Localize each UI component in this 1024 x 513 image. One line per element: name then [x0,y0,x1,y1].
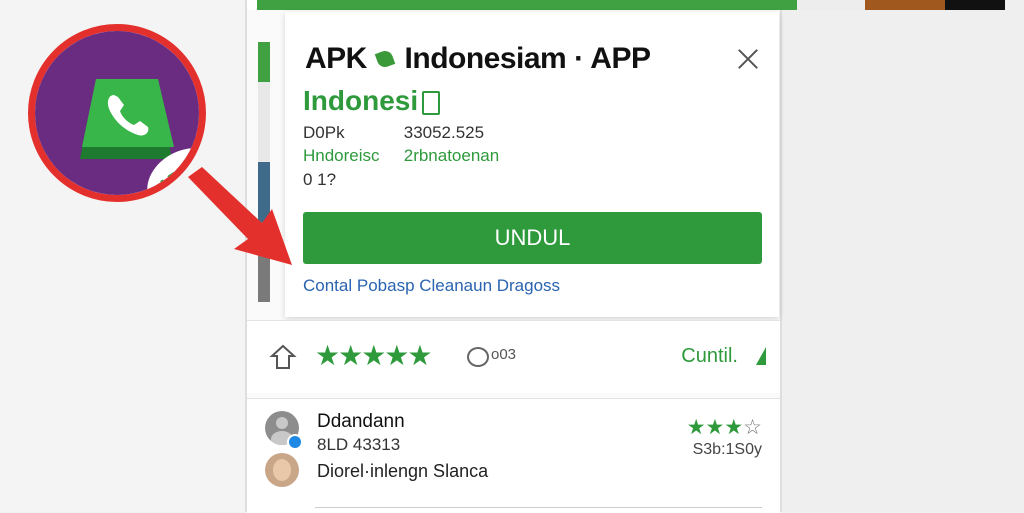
info-key: D0Pk [303,123,345,142]
dialog-title-apk: APK [305,42,367,75]
info-row: Hndoreisc 2rbnatoenan [303,146,499,166]
leaf-icon [374,48,395,70]
comment-count: o03 [491,346,517,363]
close-icon[interactable] [735,46,761,72]
triangle-icon [756,347,766,365]
background-right [782,0,1024,512]
verified-badge-icon [287,434,303,450]
download-button-label: UNDUL [494,225,571,250]
info-row: D0Pk 33052.525 [303,123,484,143]
info-value: 33052.525 [403,123,485,142]
comment-icon[interactable] [467,347,489,367]
avatar [265,453,299,487]
phone-app-icon [80,79,174,159]
status-bar-green [257,0,797,10]
magnifier-circle: APK [28,24,206,202]
divider [315,507,762,508]
dialog-title-name: Indonesiam · APP [404,42,651,75]
status-bar [247,0,1005,10]
status-bar-white [797,0,865,10]
contact-link[interactable]: Contal Pobasp Cleanaun Dragoss [303,276,560,296]
info-row: 0 1? [303,170,399,190]
dialog-title: APK Indonesiam · APP [305,42,651,76]
review-stars: ★★★☆ [687,415,762,440]
app-details-dialog: APK Indonesiam · APP Indonesi D0Pk 33052… [285,12,779,317]
continue-link[interactable]: Cuntil. [681,345,738,368]
info-value: 2rbnatoenan [403,146,500,165]
phone-icon [422,90,441,115]
info-key: 0 1? [303,170,337,189]
share-icon[interactable] [269,343,297,371]
info-key: Hndoreisc [303,146,380,165]
rating-stars: ★★★★★ [315,340,433,371]
status-bar-orange [865,0,945,10]
dialog-subtitle: Indonesi [303,85,441,117]
download-button[interactable]: UNDUL [303,212,762,264]
reviewer-sub: 8LD 43313 [317,435,401,454]
review-date: S3b:1S0y [692,441,762,458]
dialog-subtitle-text: Indonesi [303,85,419,116]
review-item: Ddandann 8LD 43313 Diorel·inlengn Slanca… [247,398,780,513]
review-stars-empty: ☆ [743,416,762,439]
review-stars-filled: ★★★ [686,416,744,439]
reviewer-name: Ddandann [317,411,405,432]
ratings-bar: ★★★★★ o03 Cuntil. [247,320,780,393]
review-text: Diorel·inlengn Slanca [317,461,489,481]
status-bar-black [945,0,1005,10]
